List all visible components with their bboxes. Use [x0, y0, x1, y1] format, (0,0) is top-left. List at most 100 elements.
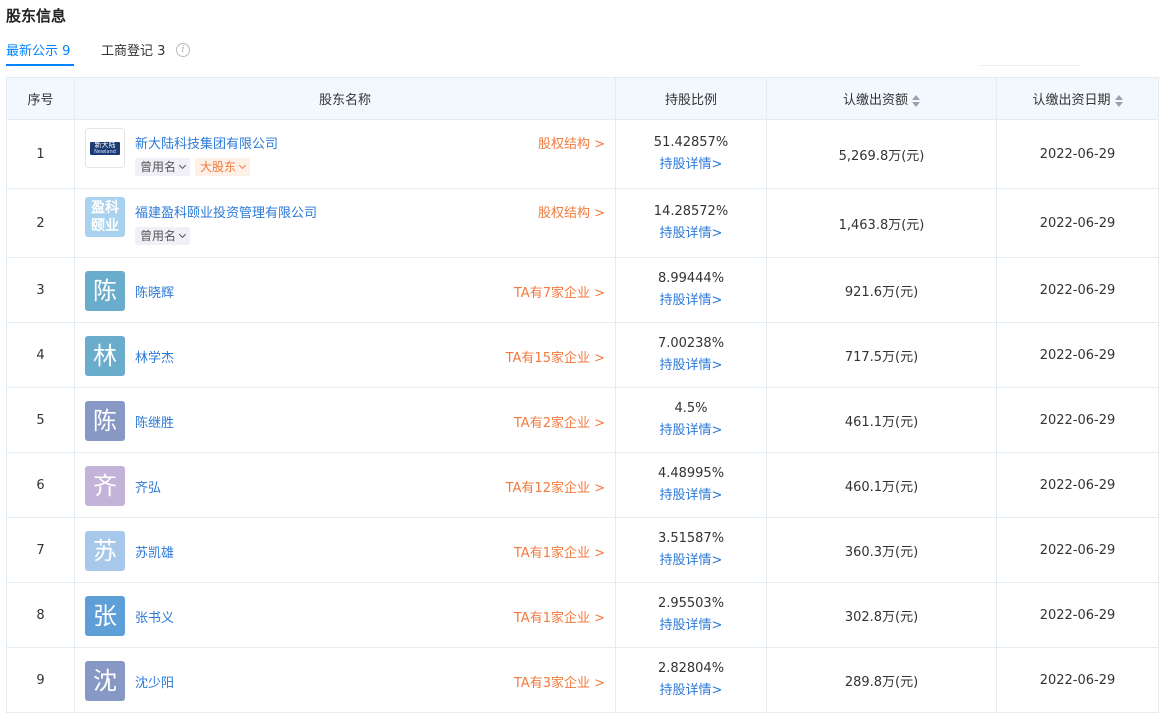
holding-ratio: 8.99444%	[657, 271, 725, 286]
tag-group: 曾用名 大股东	[135, 158, 255, 176]
former-name-tag[interactable]: 曾用名	[135, 227, 191, 245]
holding-detail-link[interactable]: 持股详情>	[616, 550, 766, 572]
table-row: 7 苏苏凯雄 TA有1家企业 > 3.51587% 持股详情> 360.3万(元) 2022…	[6, 517, 1159, 583]
divider	[980, 65, 1080, 66]
cell-ratio: 2.95503% 持股详情>	[615, 582, 767, 648]
shareholder-name-link[interactable]: 张书义	[135, 607, 174, 626]
tab-latest-public[interactable]: 最新公示 9	[6, 40, 70, 59]
company-logo: 新大陆 Newland	[85, 128, 125, 168]
cell-date: 2022-06-29	[996, 452, 1159, 518]
cell-amount: 360.3万(元)	[766, 517, 997, 583]
holding-ratio: 4.48995%	[657, 466, 725, 481]
holding-detail-link[interactable]: 持股详情>	[616, 154, 766, 176]
cell-amount: 921.6万(元)	[766, 257, 997, 323]
table-row: 8 张张书义 TA有1家企业 > 2.95503% 持股详情> 302.8万(元) 2022…	[6, 582, 1159, 648]
holding-ratio: 3.51587%	[657, 531, 725, 546]
cell-date: 2022-06-29	[996, 322, 1159, 388]
cell-index: 2	[6, 188, 75, 258]
holding-detail-link[interactable]: 持股详情>	[616, 615, 766, 637]
table-header-row: 序号 股东名称 持股比例 认缴出资额 认缴出资日期	[6, 77, 1159, 120]
table-row: 4 林林学杰 TA有15家企业 > 7.00238% 持股详情> 717.5万(元) 202…	[6, 322, 1159, 388]
shareholder-avatar: 林	[85, 336, 125, 376]
shareholder-table: 序号 股东名称 持股比例 认缴出资额 认缴出资日期 1 新大陆 Newland 新大陆…	[6, 77, 1159, 713]
shareholder-avatar: 齐	[85, 466, 125, 506]
shareholder-related-link[interactable]: TA有12家企业 >	[506, 477, 605, 496]
cell-amount: 461.1万(元)	[766, 387, 997, 453]
shareholder-avatar: 沈	[85, 661, 125, 701]
holding-ratio: 51.42857%	[653, 135, 729, 150]
cell-amount: 302.8万(元)	[766, 582, 997, 648]
cell-name: 新大陆 Newland 新大陆科技集团有限公司 股权结构 > 曾用名 大股东	[74, 119, 616, 189]
cell-name: 齐齐弘 TA有12家企业 >	[74, 452, 616, 518]
sort-icon[interactable]	[1114, 94, 1123, 107]
chevron-down-icon	[238, 161, 247, 170]
holding-ratio: 4.5%	[674, 401, 708, 416]
shareholder-name-link[interactable]: 齐弘	[135, 477, 161, 496]
shareholder-related-link[interactable]: TA有2家企业 >	[514, 412, 605, 431]
cell-ratio: 4.48995% 持股详情>	[615, 452, 767, 518]
former-name-tag[interactable]: 曾用名	[135, 158, 191, 176]
table-row: 1 新大陆 Newland 新大陆科技集团有限公司 股权结构 > 曾用名 大股东 51.428…	[6, 119, 1159, 189]
major-shareholder-tag[interactable]: 大股东	[195, 158, 251, 176]
cell-name: 陈陈继胜 TA有2家企业 >	[74, 387, 616, 453]
holding-detail-link[interactable]: 持股详情>	[616, 680, 766, 702]
cell-index: 1	[6, 119, 75, 189]
cell-amount: 289.8万(元)	[766, 647, 997, 713]
cell-index: 8	[6, 582, 75, 648]
cell-ratio: 51.42857% 持股详情>	[615, 119, 767, 189]
cell-index: 9	[6, 647, 75, 713]
shareholder-name-link[interactable]: 林学杰	[135, 347, 174, 366]
cell-name: 张张书义 TA有1家企业 >	[74, 582, 616, 648]
shareholder-avatar: 苏	[85, 531, 125, 571]
tag-label: 大股东	[200, 160, 237, 174]
shareholder-name-link[interactable]: 沈少阳	[135, 672, 174, 691]
shareholder-name-link[interactable]: 新大陆科技集团有限公司	[135, 133, 278, 152]
shareholder-avatar: 陈	[85, 271, 125, 311]
sort-icon[interactable]	[912, 94, 920, 107]
company-avatar: 盈科颐业	[85, 197, 125, 237]
cell-index: 7	[6, 517, 75, 583]
shareholder-name-link[interactable]: 苏凯雄	[135, 542, 174, 561]
cell-name: 沈沈少阳 TA有3家企业 >	[74, 647, 616, 713]
header-amount[interactable]: 认缴出资额	[766, 77, 997, 120]
chevron-down-icon	[178, 161, 187, 170]
cell-ratio: 3.51587% 持股详情>	[615, 517, 767, 583]
cell-date: 2022-06-29	[996, 188, 1159, 258]
cell-date: 2022-06-29	[996, 517, 1159, 583]
cell-amount: 5,269.8万(元)	[766, 119, 997, 189]
shareholder-related-link[interactable]: TA有7家企业 >	[514, 282, 605, 301]
shareholder-related-link[interactable]: TA有1家企业 >	[514, 542, 605, 561]
tag-group: 曾用名	[135, 227, 195, 245]
shareholder-related-link[interactable]: TA有15家企业 >	[506, 347, 605, 366]
tab-bar: 最新公示 9 工商登记 3 i	[6, 40, 1158, 66]
logo-subtext: Newland	[94, 149, 116, 155]
tag-label: 曾用名	[140, 160, 177, 174]
shareholder-related-link[interactable]: TA有1家企业 >	[514, 607, 605, 626]
holding-detail-link[interactable]: 持股详情>	[616, 420, 766, 442]
shareholder-name-link[interactable]: 福建盈科颐业投资管理有限公司	[135, 202, 317, 221]
shareholder-name-link[interactable]: 陈晓辉	[135, 282, 174, 301]
holding-detail-link[interactable]: 持股详情>	[616, 223, 766, 245]
shareholder-related-link[interactable]: TA有3家企业 >	[514, 672, 605, 691]
tag-label: 曾用名	[140, 229, 177, 243]
holding-ratio: 7.00238%	[657, 336, 725, 351]
cell-date: 2022-06-29	[996, 647, 1159, 713]
cell-date: 2022-06-29	[996, 387, 1159, 453]
cell-date: 2022-06-29	[996, 582, 1159, 648]
header-amount-label: 认缴出资额	[842, 93, 908, 108]
shareholder-related-link[interactable]: 股权结构 >	[538, 133, 605, 152]
cell-date: 2022-06-29	[996, 119, 1159, 189]
header-name: 股东名称	[74, 77, 616, 120]
shareholder-related-link[interactable]: 股权结构 >	[538, 202, 605, 221]
cell-name: 盈科颐业 福建盈科颐业投资管理有限公司 股权结构 > 曾用名	[74, 188, 616, 258]
holding-detail-link[interactable]: 持股详情>	[616, 355, 766, 377]
section-title: 股东信息	[6, 7, 67, 25]
holding-detail-link[interactable]: 持股详情>	[616, 485, 766, 507]
header-date[interactable]: 认缴出资日期	[996, 77, 1159, 120]
cell-ratio: 7.00238% 持股详情>	[615, 322, 767, 388]
shareholder-name-link[interactable]: 陈继胜	[135, 412, 174, 431]
tab-business-registration[interactable]: 工商登记 3	[101, 40, 165, 59]
holding-detail-link[interactable]: 持股详情>	[616, 290, 766, 312]
chevron-down-icon	[178, 230, 187, 239]
info-icon[interactable]: i	[176, 43, 190, 57]
